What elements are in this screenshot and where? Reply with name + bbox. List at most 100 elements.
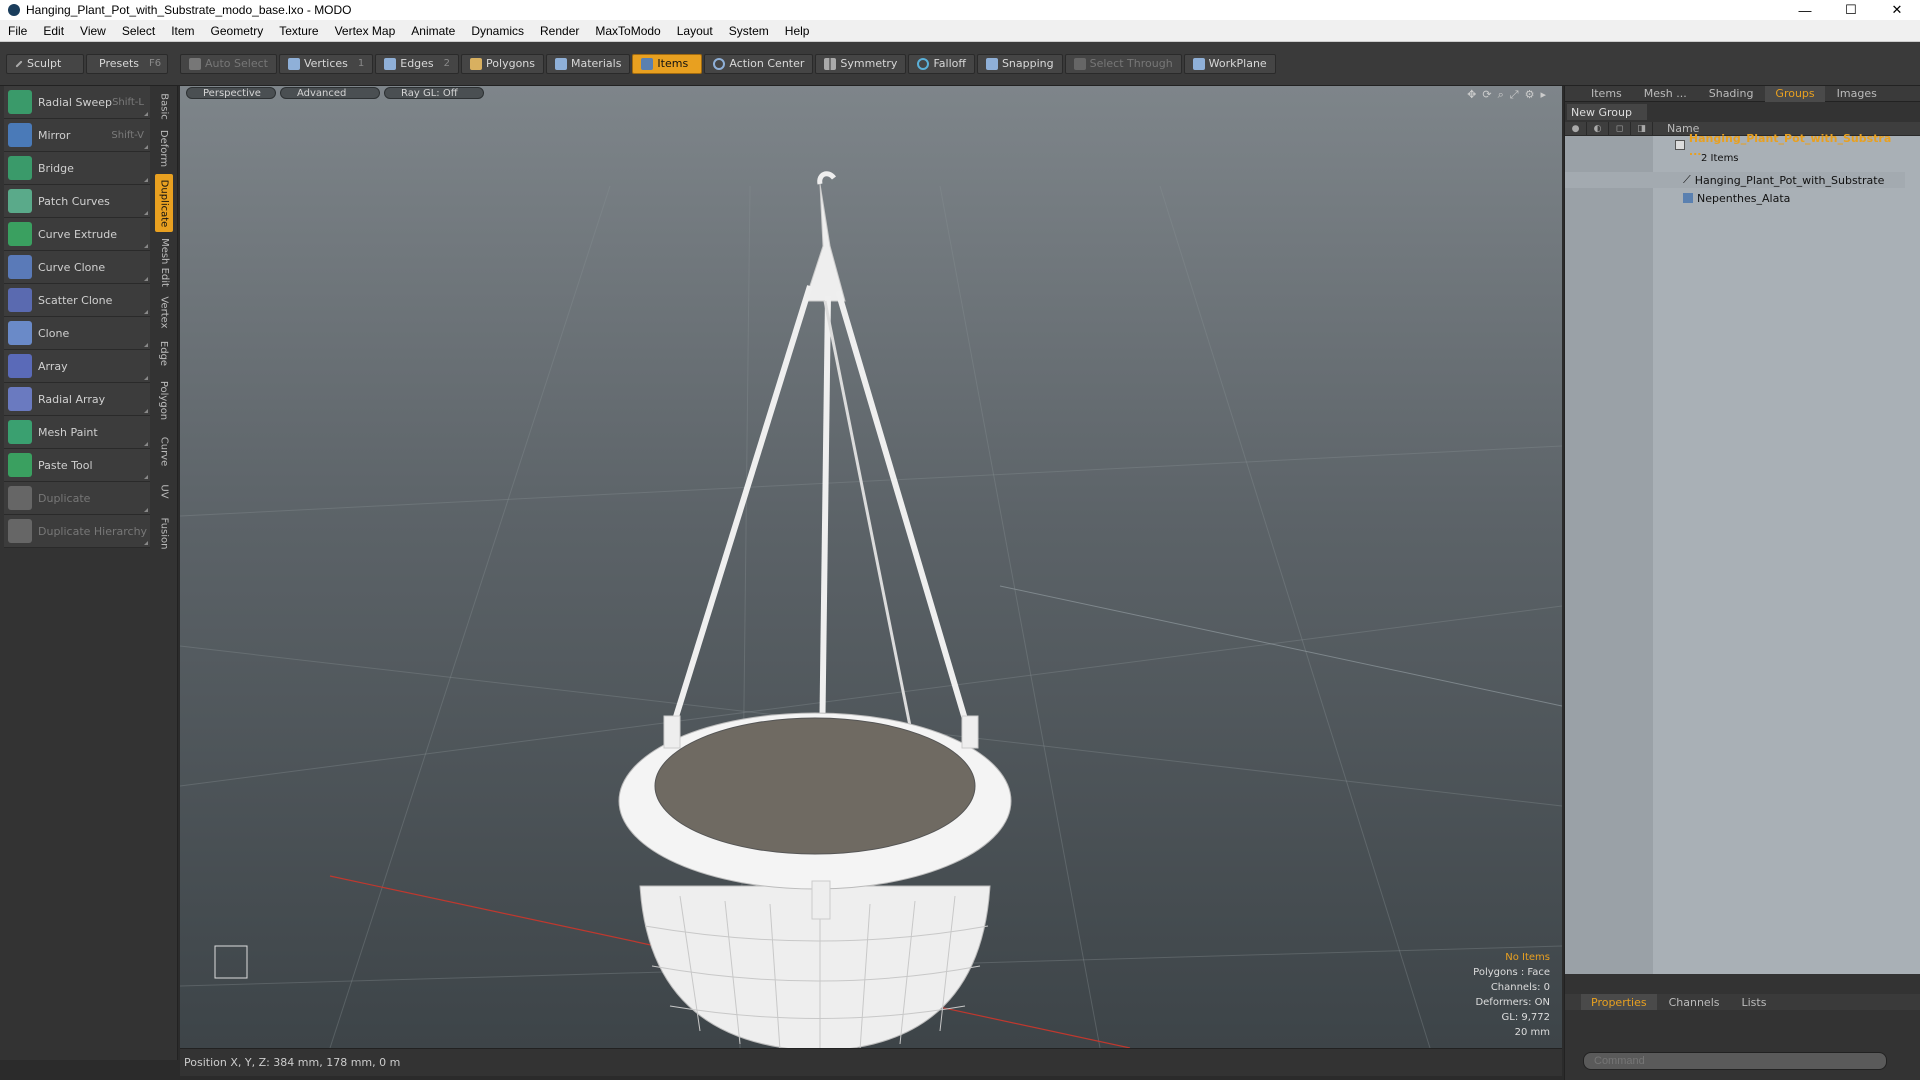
close-button[interactable]: ✕ [1874, 0, 1920, 20]
tool-clone[interactable]: Clone [4, 317, 150, 350]
action-center-button[interactable]: Action Center [704, 53, 814, 74]
grid-scale-status: 20 mm [1514, 1027, 1550, 1038]
menu-layout[interactable]: Layout [669, 24, 721, 38]
select-column-icon[interactable]: ◨ [1631, 121, 1653, 136]
vertices-button[interactable]: Vertices 1 [278, 53, 374, 74]
tool-bridge[interactable]: Bridge [4, 152, 150, 185]
vtab-uv[interactable]: UV [155, 476, 173, 506]
tab-groups[interactable]: Groups [1765, 85, 1825, 102]
tab-shading[interactable]: Shading [1699, 86, 1764, 102]
group-row[interactable]: Hanging_Plant_Pot_with_Substra ... [1565, 132, 1905, 158]
tool-mirror[interactable]: Mirror Shift-V [4, 119, 150, 152]
items-button[interactable]: Items [632, 53, 703, 74]
tool-label: Patch Curves [38, 194, 110, 208]
visibility-column-icon[interactable]: ● [1565, 121, 1587, 136]
menu-help[interactable]: Help [777, 24, 818, 38]
orientation-gizmo [214, 945, 248, 979]
vtab-edge[interactable]: Edge [155, 336, 173, 370]
items-icon [641, 57, 654, 70]
tool-array[interactable]: Array [4, 350, 150, 383]
vtab-mesh-edit[interactable]: Mesh Edit [155, 236, 173, 288]
auto-select-button[interactable]: Auto Select [180, 53, 277, 74]
tab-images[interactable]: Images [1827, 86, 1887, 102]
tool-radial-array[interactable]: Radial Array [4, 383, 150, 416]
tool-mesh-paint[interactable]: Mesh Paint [4, 416, 150, 449]
tool-label: Duplicate [38, 491, 91, 505]
vtab-polygon[interactable]: Polygon [155, 374, 173, 426]
tool-paste-tool[interactable]: Paste Tool [4, 449, 150, 482]
edges-button[interactable]: Edges 2 [375, 53, 460, 74]
raygl-toggle[interactable]: Ray GL: Off [384, 87, 484, 99]
tool-curve-extrude[interactable]: Curve Extrude [4, 218, 150, 251]
vertices-icon [287, 57, 300, 70]
tool-patch-curves[interactable]: Patch Curves [4, 185, 150, 218]
fit-icon[interactable]: ⤢ [1510, 88, 1519, 102]
right-panel: Items Mesh ... Shading Groups Images New Gro… [1564, 85, 1920, 1080]
lock-column-icon[interactable]: ◻ [1609, 121, 1631, 136]
menu-system[interactable]: System [721, 24, 777, 38]
materials-button[interactable]: Materials [546, 53, 631, 74]
tool-scatter-clone[interactable]: Scatter Clone [4, 284, 150, 317]
maximize-button[interactable]: ☐ [1828, 0, 1874, 20]
menu-render[interactable]: Render [532, 24, 587, 38]
menu-geometry[interactable]: Geometry [203, 24, 272, 38]
tab-items[interactable]: Items [1581, 86, 1632, 102]
tool-curve-clone[interactable]: Curve Clone [4, 251, 150, 284]
render-column-icon[interactable]: ◐ [1587, 121, 1609, 136]
panel-tabs: Items Mesh ... Shading Groups Images [1565, 85, 1920, 102]
tree-item-mesh[interactable]: ⟋ Hanging_Plant_Pot_with_Substrate [1565, 172, 1905, 188]
tab-properties[interactable]: Properties [1581, 994, 1657, 1010]
pan-icon[interactable]: ✥ [1467, 88, 1476, 102]
polygon-mode-status: Polygons : Face [1473, 967, 1550, 978]
menu-view[interactable]: View [72, 24, 114, 38]
view-type-dropdown[interactable]: Perspective [186, 87, 276, 99]
polygons-button[interactable]: Polygons [461, 53, 544, 74]
menu-file[interactable]: File [0, 24, 35, 38]
select-through-button[interactable]: Select Through [1064, 53, 1182, 74]
main-toolbar: Sculpt Presets F6 Auto Select Vertices 1… [0, 42, 1920, 86]
tool-duplicate-hierarchy[interactable]: Duplicate Hierarchy [4, 515, 150, 548]
window-title: Hanging_Plant_Pot_with_Substrate_modo_ba… [26, 3, 352, 17]
menu-select[interactable]: Select [114, 24, 163, 38]
falloff-button[interactable]: Falloff [908, 53, 975, 74]
vtab-basic[interactable]: Basic [155, 88, 173, 124]
symmetry-button[interactable]: Symmetry [815, 53, 907, 74]
tool-label: Curve Clone [38, 260, 106, 274]
sculpt-button[interactable]: Sculpt [6, 53, 84, 74]
menu-texture[interactable]: Texture [271, 24, 326, 38]
new-group-button[interactable]: New Group [1567, 104, 1647, 120]
vtab-deform[interactable]: Deform [155, 126, 173, 170]
workplane-button[interactable]: WorkPlane [1183, 53, 1276, 74]
tree-item-plant[interactable]: Nepenthes_Alata [1565, 190, 1905, 206]
menu-dynamics[interactable]: Dynamics [463, 24, 532, 38]
rotate-icon[interactable]: ⟳ [1482, 88, 1491, 102]
tool-icon [8, 90, 32, 114]
zoom-icon[interactable]: ⌕ [1498, 88, 1504, 102]
menu-maxtomodo[interactable]: MaxToModo [587, 24, 668, 38]
menu-vertex-map[interactable]: Vertex Map [327, 24, 404, 38]
tab-channels[interactable]: Channels [1659, 994, 1730, 1010]
vtab-curve[interactable]: Curve [155, 430, 173, 472]
3d-viewport[interactable]: Perspective Advanced Ray GL: Off ✥ ⟳ ⌕ ⤢… [180, 86, 1562, 1048]
tool-label: Radial Sweep [38, 95, 112, 109]
menu-edit[interactable]: Edit [35, 24, 72, 38]
snapping-button[interactable]: Snapping [976, 53, 1063, 74]
presets-button[interactable]: Presets F6 [86, 53, 168, 74]
viewport-settings-icon[interactable]: ⚙ [1525, 88, 1535, 102]
command-input[interactable] [1583, 1052, 1887, 1070]
menu-animate[interactable]: Animate [403, 24, 463, 38]
select-through-icon [1073, 57, 1086, 70]
vtab-duplicate[interactable]: Duplicate [155, 174, 173, 232]
viewport-expand-icon[interactable]: ▸ [1540, 88, 1546, 102]
tool-radial-sweep[interactable]: Radial Sweep Shift-L [4, 86, 150, 119]
vtab-vertex[interactable]: Vertex [155, 292, 173, 332]
tool-icon [8, 156, 32, 180]
tool-icon [8, 255, 32, 279]
vtab-fusion[interactable]: Fusion [155, 510, 173, 556]
tab-lists[interactable]: Lists [1732, 994, 1777, 1010]
tab-mesh[interactable]: Mesh ... [1634, 86, 1697, 102]
menu-item[interactable]: Item [163, 24, 202, 38]
shading-dropdown[interactable]: Advanced [280, 87, 380, 99]
tool-duplicate[interactable]: Duplicate [4, 482, 150, 515]
minimize-button[interactable]: — [1782, 0, 1828, 20]
